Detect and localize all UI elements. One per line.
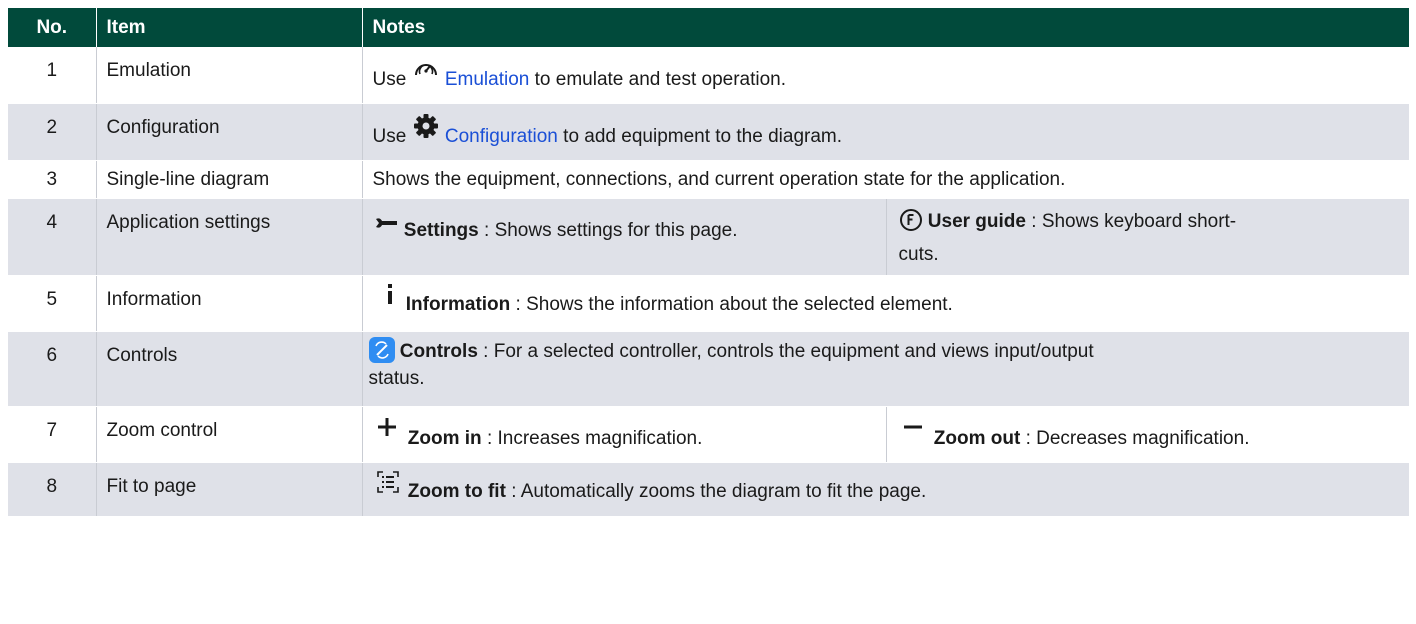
emulation-link[interactable]: Emulation bbox=[445, 69, 530, 90]
table-row: 4 Application settings Settings : Shows … bbox=[8, 198, 1409, 276]
use-text: Use bbox=[372, 126, 407, 147]
notes-text: to emulate and test operation. bbox=[534, 69, 787, 90]
zoom-out-label: Zoom out bbox=[933, 428, 1021, 449]
row-item: Controls bbox=[96, 331, 363, 407]
fit-page-icon bbox=[376, 471, 399, 501]
row-notes: Controls : For a selected controller, co… bbox=[362, 331, 1409, 407]
row-notes: Use Emulation to emulate and test operat… bbox=[362, 47, 1409, 104]
row-number: 3 bbox=[8, 160, 97, 199]
controls-icon bbox=[368, 336, 395, 363]
row-item: Configuration bbox=[96, 103, 363, 161]
row-number: 8 bbox=[8, 462, 97, 517]
settings-desc: : Shows settings for this page. bbox=[478, 220, 738, 241]
user-guide-label: User guide bbox=[927, 211, 1026, 232]
notes-text: Shows the equipment, connections, and cu… bbox=[372, 169, 1066, 190]
user-guide-icon bbox=[899, 208, 923, 241]
gear-icon bbox=[412, 112, 440, 148]
zoom-to-fit-desc: : Automatically zooms the diagram to fit… bbox=[505, 481, 927, 502]
controls-desc-cont: status. bbox=[368, 368, 425, 389]
row-number: 2 bbox=[8, 103, 97, 161]
item-table: No. Item Notes 1 Emulation Use Emulation… bbox=[8, 8, 1409, 517]
use-text: Use bbox=[372, 69, 407, 90]
user-guide-desc-cont: cuts. bbox=[898, 244, 939, 265]
wrench-icon bbox=[375, 215, 399, 243]
table-row: 6 Controls Controls : For a selected con… bbox=[8, 331, 1409, 407]
gauge-icon bbox=[412, 55, 440, 91]
row-number: 5 bbox=[8, 275, 97, 332]
zoom-in-label: Zoom in bbox=[407, 428, 482, 449]
row-notes: Zoom to fit : Automatically zooms the di… bbox=[362, 462, 1409, 517]
notes-text: to add equipment to the diagram. bbox=[563, 126, 843, 147]
controls-desc: : For a selected controller, controls th… bbox=[477, 341, 1094, 362]
info-icon bbox=[385, 282, 395, 314]
controls-label: Controls bbox=[399, 341, 478, 362]
settings-label: Settings bbox=[403, 220, 479, 241]
row-number: 6 bbox=[8, 331, 97, 407]
row-item: Single-line diagram bbox=[96, 160, 363, 199]
row-item: Emulation bbox=[96, 47, 363, 104]
header-no: No. bbox=[8, 8, 97, 47]
configuration-link[interactable]: Configuration bbox=[445, 126, 558, 147]
table-header-row: No. Item Notes bbox=[8, 8, 1409, 47]
row-item: Information bbox=[96, 275, 363, 332]
row-notes: Information : Shows the information abou… bbox=[362, 275, 1409, 332]
information-desc: : Shows the information about the select… bbox=[510, 294, 953, 315]
table-row: 8 Fit to page Zoom to fit: Automaticall… bbox=[8, 462, 1409, 517]
header-notes: Notes bbox=[362, 8, 1409, 47]
table-row: 1 Emulation Use Emulation to emulate and bbox=[8, 47, 1409, 104]
row-item: Zoom control bbox=[96, 406, 363, 463]
row-notes: Settings : Shows settings for this page. bbox=[362, 198, 1409, 276]
table-row: 5 Information Information : Shows the in… bbox=[8, 275, 1409, 332]
table-row: 3 Single-line diagram Shows the equipmen… bbox=[8, 160, 1409, 199]
row-notes: Use Configuration to add equipment to th… bbox=[362, 103, 1409, 161]
row-notes: Shows the equipment, connections, and cu… bbox=[362, 160, 1409, 199]
table-row: 2 Configuration Use Configuration to add… bbox=[8, 103, 1409, 161]
zoom-to-fit-label: Zoom to fit bbox=[407, 481, 506, 502]
information-label: Information bbox=[405, 294, 511, 315]
table-row: 7 Zoom control Zoom in : Increases magni… bbox=[8, 406, 1409, 463]
user-guide-desc: : Shows keyboard short- bbox=[1025, 211, 1237, 232]
zoom-out-desc: : Decreases magnification. bbox=[1020, 428, 1250, 449]
minus-icon bbox=[903, 417, 923, 445]
row-item: Application settings bbox=[96, 198, 363, 276]
row-notes: Zoom in : Increases magnification. Zoom … bbox=[362, 406, 1409, 463]
row-number: 7 bbox=[8, 406, 97, 463]
plus-icon bbox=[377, 417, 397, 445]
row-number: 1 bbox=[8, 47, 97, 104]
row-item: Fit to page bbox=[96, 462, 363, 517]
header-item: Item bbox=[96, 8, 363, 47]
zoom-in-desc: : Increases magnification. bbox=[481, 428, 703, 449]
row-number: 4 bbox=[8, 198, 97, 276]
